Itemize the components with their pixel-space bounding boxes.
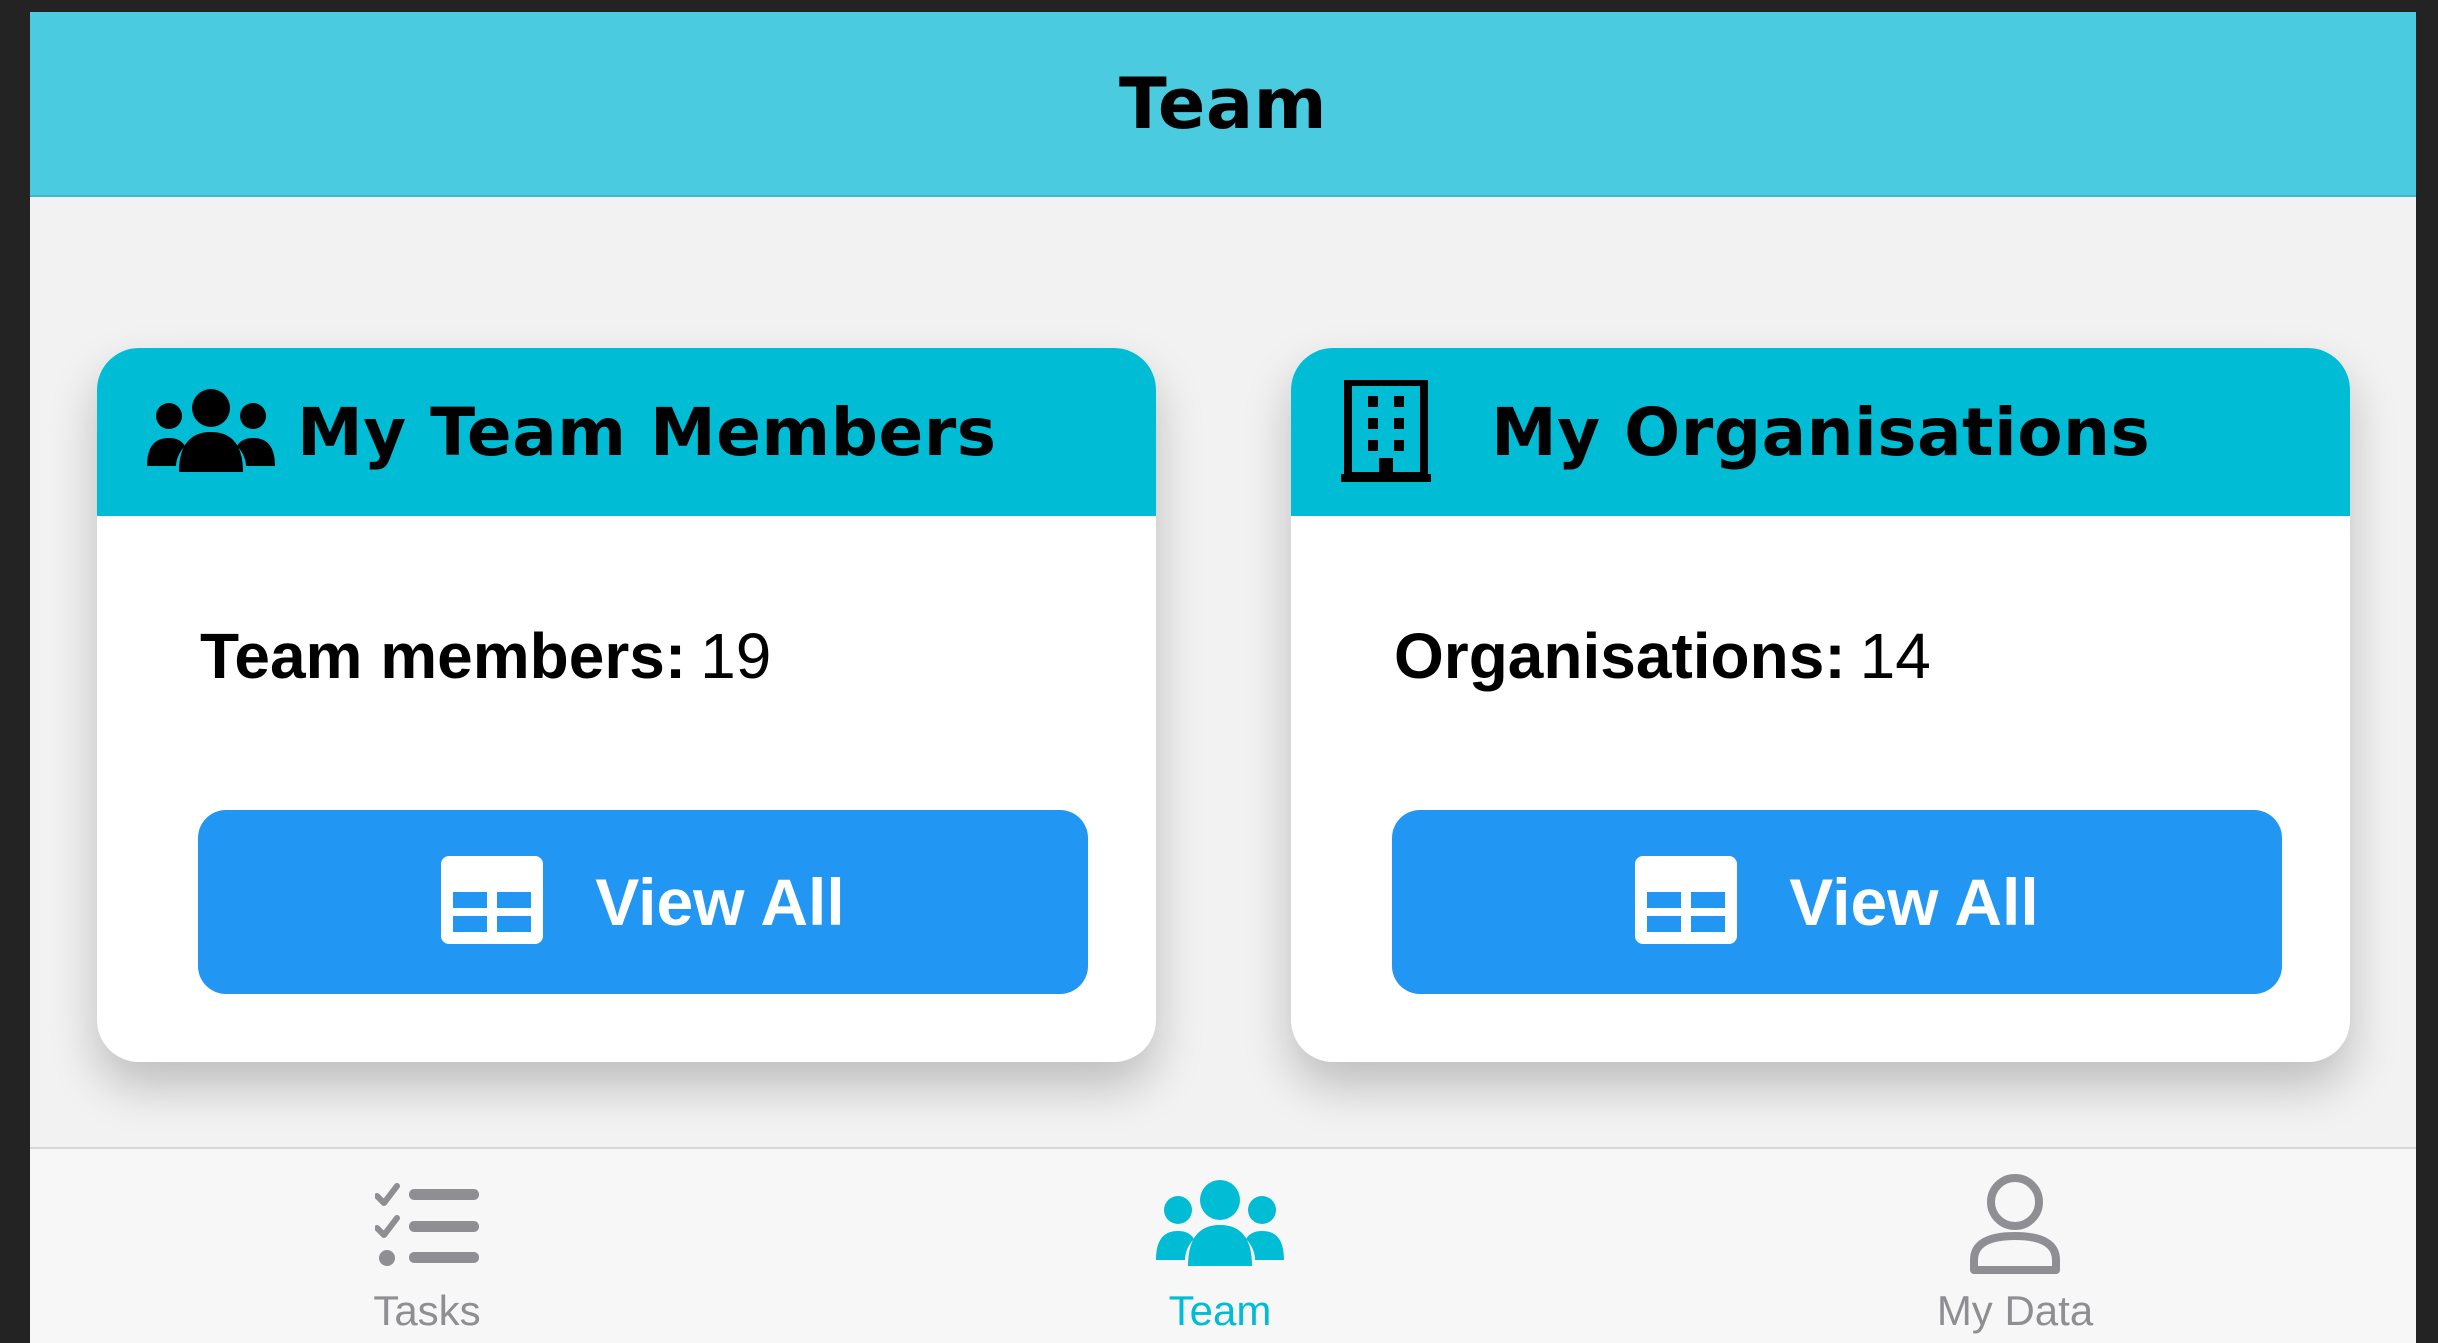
tab-team[interactable]: Team [1070, 1149, 1370, 1343]
tab-label: My Data [1936, 1287, 2094, 1334]
card-title: My Organisations [1491, 393, 2151, 471]
table-icon [1635, 856, 1738, 948]
top-navigation-bar: Team [30, 12, 2416, 197]
organisations-card: My Organisations Organisations: 14 View A… [1291, 348, 2350, 1062]
tab-label: Tasks [373, 1287, 481, 1334]
view-all-organisations-button[interactable]: View All [1392, 810, 2282, 994]
user-icon [1968, 1169, 2062, 1279]
table-icon [441, 856, 544, 948]
card-header: My Team Members [97, 348, 1156, 516]
building-icon [1341, 377, 1471, 487]
team-members-count: Team members: 19 [200, 619, 771, 693]
page-title: Team [1118, 62, 1328, 145]
stat-value: 19 [700, 620, 772, 692]
tab-my-data[interactable]: My Data [1865, 1149, 2165, 1343]
card-title: My Team Members [297, 393, 997, 471]
view-all-team-members-button[interactable]: View All [198, 810, 1088, 994]
users-icon [1156, 1169, 1284, 1279]
app-screen: Team My Team Members Team members: 19 Vi… [30, 12, 2416, 1343]
card-header: My Organisations [1291, 348, 2350, 516]
organisations-count: Organisations: 14 [1394, 619, 1931, 693]
bottom-tab-bar: Tasks Team My Data [30, 1147, 2416, 1343]
button-label: View All [1789, 865, 2039, 939]
stat-value: 14 [1859, 620, 1931, 692]
button-label: View All [595, 865, 845, 939]
tasks-list-icon [375, 1169, 479, 1279]
tab-tasks[interactable]: Tasks [277, 1149, 577, 1343]
team-members-card: My Team Members Team members: 19 View All [97, 348, 1156, 1062]
stat-label: Organisations: [1394, 620, 1846, 692]
tab-label: Team [1168, 1287, 1272, 1334]
users-icon [147, 377, 277, 487]
stat-label: Team members: [200, 620, 687, 692]
